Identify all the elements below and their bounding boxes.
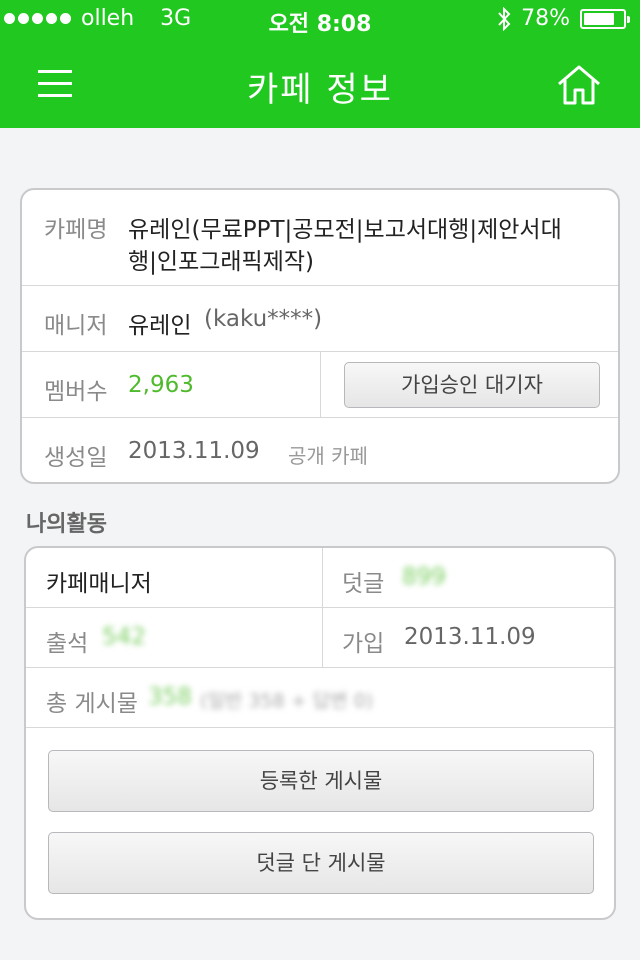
posts-count: 358 [148, 684, 192, 710]
cafe-name-line2: 행|인포그래픽제작) [128, 249, 315, 275]
home-icon[interactable] [556, 64, 602, 106]
comments-label: 덧글 [342, 571, 385, 597]
joined-date: 2013.11.09 [404, 624, 536, 650]
manager-row: 매니저 유레인 (kaku****) [22, 286, 618, 352]
bluetooth-icon [498, 6, 511, 31]
navigation-bar: 카페 정보 [0, 40, 640, 128]
status-bar: olleh 3G 오전 8:08 78% [0, 0, 640, 40]
role-row: 카페매니저 덧글 899 [26, 548, 614, 608]
posts-row: 총 게시물 358 (일반 358 + 답변 0) [26, 668, 614, 728]
members-count: 2,963 [128, 372, 194, 398]
battery-icon [580, 8, 630, 29]
created-label: 생성일 [44, 445, 108, 471]
cafe-name-row: 카페명 유레인(무료PPT|공모전|보고서대행|제안서대 행|인포그래픽제작) [22, 190, 618, 286]
joined-label: 가입 [342, 631, 385, 657]
cafe-name-label: 카페명 [44, 217, 108, 243]
divider [320, 352, 321, 417]
comments-count: 899 [402, 564, 446, 590]
my-commented-posts-button[interactable]: 덧글 단 게시물 [48, 832, 594, 894]
created-row: 생성일 2013.11.09 공개 카페 [22, 418, 618, 482]
posts-label: 총 게시물 [46, 691, 138, 717]
my-activity-card: 카페매니저 덧글 899 출석 542 가입 2013.11.09 총 게시물 … [24, 546, 616, 920]
members-label: 멤버수 [44, 379, 108, 405]
divider [322, 548, 323, 607]
role-value: 카페매니저 [46, 571, 152, 597]
pending-members-button[interactable]: 가입승인 대기자 [344, 362, 600, 408]
cafe-info-card: 카페명 유레인(무료PPT|공모전|보고서대행|제안서대 행|인포그래픽제작) … [20, 188, 620, 484]
members-row: 멤버수 2,963 가입승인 대기자 [22, 352, 618, 418]
attendance-label: 출석 [46, 631, 89, 657]
manager-label: 매니저 [44, 313, 108, 339]
manager-name: 유레인 [128, 313, 192, 339]
attendance-row: 출석 542 가입 2013.11.09 [26, 608, 614, 668]
battery-percent: 78% [521, 6, 570, 31]
posts-detail: (일반 358 + 답변 0) [200, 690, 374, 712]
created-date: 2013.11.09 [128, 438, 260, 464]
my-activity-heading: 나의활동 [26, 512, 107, 537]
page-title: 카페 정보 [247, 70, 393, 110]
battery-level-fill [584, 12, 614, 25]
my-posts-button[interactable]: 등록한 게시물 [48, 750, 594, 812]
divider [322, 608, 323, 667]
visibility-badge: 공개 카페 [288, 444, 368, 468]
manager-id: (kaku****) [204, 306, 323, 332]
cafe-name-line1: 유레인(무료PPT|공모전|보고서대행|제안서대 [128, 217, 562, 243]
attendance-count: 542 [102, 624, 146, 650]
